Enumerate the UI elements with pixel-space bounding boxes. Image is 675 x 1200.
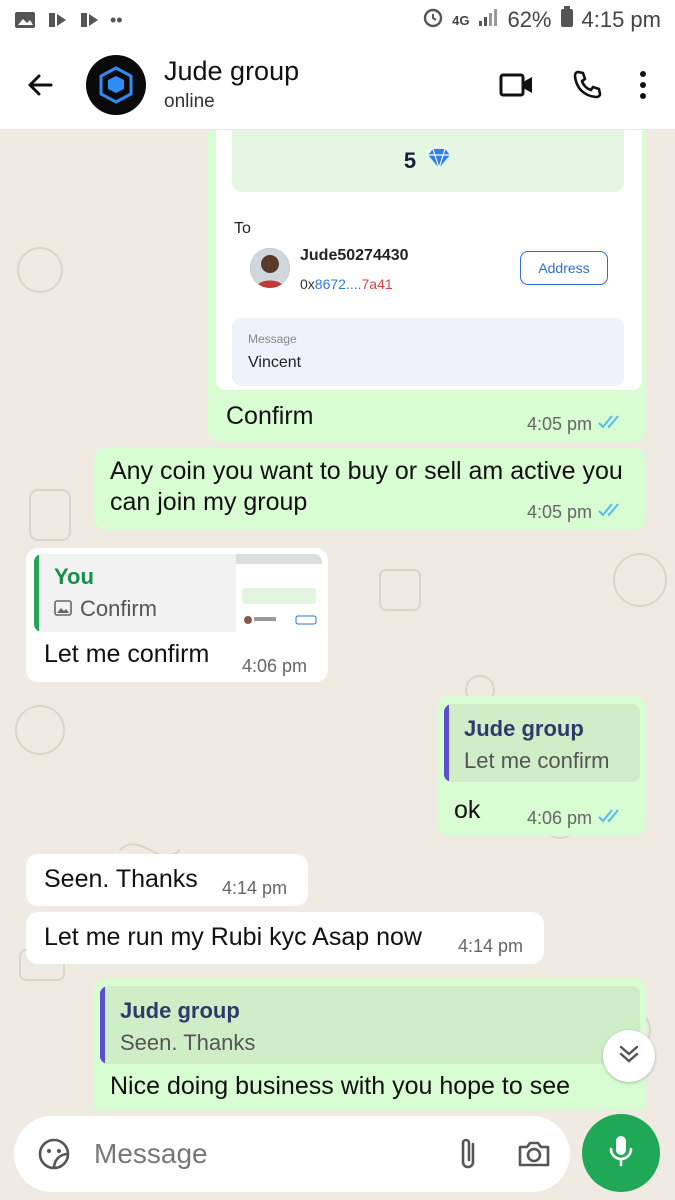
message-time: 4:14 pm (222, 878, 288, 898)
message-text: Let me run my Rubi kyc Asap now (44, 923, 422, 951)
microphone-icon (608, 1134, 634, 1173)
address-middle: 8672.... (314, 276, 362, 292)
voice-message-button[interactable] (582, 1114, 660, 1192)
back-arrow-icon[interactable] (0, 40, 80, 130)
address-button[interactable]: Address (520, 251, 608, 285)
message-text: ok (454, 796, 481, 824)
quote-thumbnail (236, 554, 322, 632)
address-end: 7a41 (361, 276, 393, 292)
recipient-avatar (250, 248, 290, 288)
battery-percent: 62% (507, 7, 552, 32)
chat-title-block[interactable]: Jude group online (164, 56, 299, 113)
message-meta: 4:06 pm (242, 656, 307, 677)
group-avatar[interactable] (86, 54, 146, 115)
status-bar: •• 4G 62% 4:15 pm (0, 0, 675, 40)
camera-icon[interactable] (498, 1140, 570, 1168)
quote-text: Let me confirm (464, 748, 610, 773)
amount-value: 5 (403, 148, 417, 173)
diamond-icon (426, 147, 452, 175)
media-notification-icon (46, 10, 68, 30)
message-text: Let me confirm (44, 640, 210, 668)
message-text: Confirm (226, 402, 314, 430)
message-time: 4:14 pm (458, 936, 524, 956)
read-receipt-icon (598, 502, 624, 523)
message-meta: 4:05 pm (527, 414, 624, 435)
media-notification-icon (78, 10, 100, 30)
chat-messages[interactable]: 5 To Jude50274430 0x8672....7a41 Address… (0, 130, 675, 1110)
voice-call-icon[interactable] (571, 69, 603, 101)
quoted-message[interactable]: Jude group Let me confirm (444, 704, 640, 782)
incoming-message-bubble[interactable]: Let me run my Rubi kyc Asap now 4:14 pm (26, 912, 544, 964)
attach-icon[interactable] (438, 1136, 498, 1172)
message-box-value: Vincent (248, 354, 302, 371)
more-options-icon[interactable] (639, 70, 647, 100)
quote-bar (34, 554, 39, 632)
chat-header: Jude group online (0, 40, 675, 130)
address-prefix: 0x (300, 276, 315, 292)
message-text: Nice doing business with you hope to see (110, 1072, 571, 1100)
read-receipt-icon (598, 414, 624, 435)
message-text: Seen. Thanks (44, 865, 198, 893)
image-icon (54, 596, 72, 622)
message-meta: 4:05 pm (527, 502, 624, 523)
message-meta: 4:06 pm (527, 808, 624, 829)
quote-author: Jude group (464, 716, 584, 741)
quoted-message[interactable]: You Confirm (34, 554, 322, 632)
quote-bar (444, 704, 449, 782)
network-type: 4G (452, 12, 470, 28)
quote-text: Seen. Thanks (120, 1030, 256, 1055)
battery-icon (560, 6, 574, 34)
alarm-icon (422, 6, 444, 34)
scroll-to-bottom-button[interactable] (603, 1030, 655, 1082)
recipient-label: To (234, 220, 251, 237)
signal-icon (477, 7, 499, 33)
recipient-address: 0x8672....7a41 (300, 276, 393, 292)
quote-author: Jude group (120, 998, 240, 1023)
message-box-label: Message (248, 332, 297, 346)
message-time: 4:05 pm (527, 414, 593, 434)
amount-box: 5 (232, 130, 624, 192)
double-chevron-down-icon (618, 1043, 640, 1070)
message-box: Message Vincent (232, 318, 624, 386)
more-notifications-icon: •• (110, 9, 123, 30)
presence-status: online (164, 91, 215, 112)
sticker-icon[interactable] (14, 1137, 94, 1171)
message-composer: Message (14, 1116, 570, 1192)
incoming-message-bubble[interactable]: Seen. Thanks 4:14 pm (26, 854, 308, 906)
message-meta: 4:14 pm (222, 878, 287, 899)
message-meta: 4:14 pm (458, 936, 523, 957)
message-input[interactable]: Message (94, 1138, 438, 1170)
quote-bar (100, 986, 105, 1064)
quote-text: Confirm (80, 596, 158, 621)
quoted-message[interactable]: Jude group Seen. Thanks (100, 986, 640, 1064)
read-receipt-icon (598, 808, 624, 829)
video-call-icon[interactable] (499, 72, 535, 98)
message-time: 4:06 pm (527, 808, 593, 828)
chat-title: Jude group (164, 56, 300, 86)
clock-time: 4:15 pm (581, 7, 662, 32)
message-time: 4:06 pm (242, 656, 308, 676)
gallery-notification-icon (14, 10, 36, 30)
message-time: 4:05 pm (527, 502, 593, 522)
quote-text-row: Confirm (54, 596, 157, 622)
recipient-name: Jude50274430 (300, 247, 409, 264)
quote-author: You (54, 564, 94, 589)
transaction-card[interactable]: 5 To Jude50274430 0x8672....7a41 Address… (216, 130, 642, 390)
